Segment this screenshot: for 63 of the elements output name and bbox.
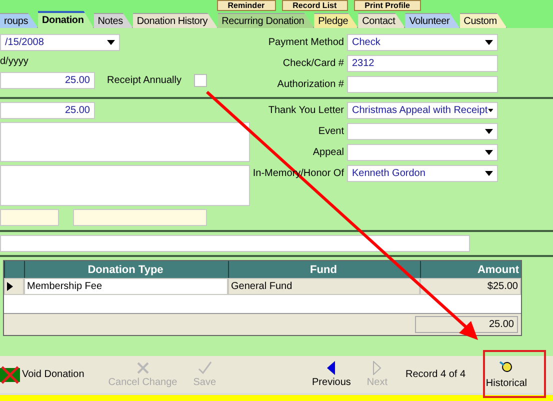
input-field[interactable] [347,76,498,93]
amount-field[interactable]: 25.00 [0,72,95,89]
dropdown-arrow-icon[interactable] [485,40,493,45]
toolbar-button[interactable]: Record List [282,0,348,11]
tab[interactable]: Volunteer [405,13,460,28]
checkmark-icon [198,361,212,375]
input-field[interactable] [73,209,207,226]
cross-icon [136,361,150,375]
field-label: Event [317,126,344,137]
previous-button[interactable]: Previous [304,361,359,388]
highlight-frame [483,350,546,398]
dropdown-field[interactable]: Check [347,34,498,51]
column-header: Amount [420,261,521,278]
dropdown-arrow-icon[interactable] [485,129,493,134]
left-triangle-icon [327,361,336,375]
row-selector[interactable] [4,278,24,295]
total-field: 25.00 [415,316,518,333]
tab[interactable]: Contact [358,13,406,28]
dropdown-arrow-icon[interactable] [485,150,493,155]
field-label: Authorization # [276,79,344,90]
input-field[interactable]: 2312 [347,55,498,72]
void-button[interactable]: Void Donation [0,366,92,384]
amount-field[interactable]: 25.00 [0,102,95,119]
toolbar-button[interactable]: Print Profile [354,0,421,11]
field-label: Payment Method [268,37,344,48]
dropdown-field[interactable] [347,123,498,140]
input-field[interactable] [0,235,470,252]
dropdown-field[interactable] [347,144,498,161]
field-label: Thank You Letter [267,105,344,116]
magnifier-icon [499,360,514,374]
column-header [4,261,24,278]
table-cell: Membership Fee [24,278,228,295]
tab[interactable]: Notes [94,13,133,28]
tab[interactable]: Pledge [314,13,358,28]
record-counter: Record 4 of 4 [405,369,466,380]
tab[interactable]: Custom [460,13,507,28]
field-label: Appeal [312,147,344,158]
field-label: Check/Card # [282,58,344,69]
right-triangle-icon [373,361,382,375]
tab[interactable]: Donation [38,11,94,28]
toolbar-button[interactable]: Reminder [216,0,276,11]
tab[interactable]: Recurring Donation [218,13,314,28]
checkbox-label: Receipt Annually [107,75,182,86]
dropdown-arrow-icon[interactable] [488,108,493,113]
column-header: Donation Type [24,261,228,278]
table-cell: $25.00 [420,278,521,295]
row-pointer-icon [7,282,13,291]
table-cell: General Fund [228,278,420,295]
text-area[interactable] [0,122,250,162]
text-area[interactable] [0,165,250,206]
dropdown-field[interactable]: Christmas Appeal with Receipt [347,102,498,119]
tab[interactable]: Donation History [132,13,218,28]
date-format-hint: d/yyyy [0,56,30,67]
historical-button[interactable]: Historical [480,360,533,390]
input-field[interactable] [0,209,59,226]
void-icon [0,366,20,384]
dropdown-arrow-icon[interactable] [485,171,493,176]
column-header: Fund [228,261,420,278]
tab[interactable]: roups [0,13,38,28]
checkbox[interactable] [194,74,206,87]
dropdown-arrow-icon[interactable] [107,40,115,45]
dropdown-field[interactable]: Kenneth Gordon [347,165,498,182]
date-dropdown[interactable]: /15/2008 [0,34,120,51]
